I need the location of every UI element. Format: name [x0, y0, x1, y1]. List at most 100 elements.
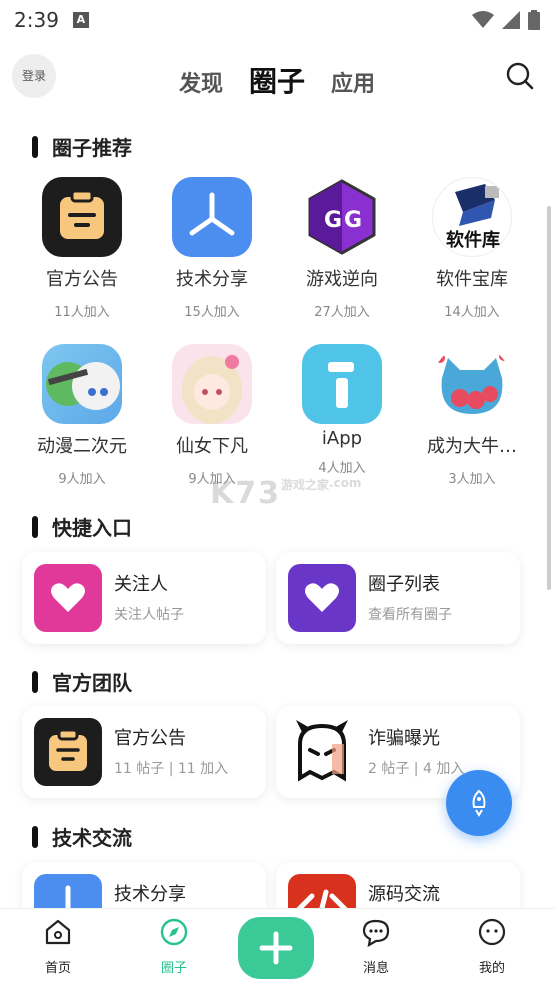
circle-member-count: 3人加入	[448, 472, 496, 487]
circle-name: 成为大牛…	[427, 436, 517, 457]
nav-profile[interactable]: 我的	[452, 917, 532, 976]
section-recommend-title: 圈子推荐	[32, 132, 132, 161]
circle-member-count: 15人加入	[184, 305, 240, 320]
cat-hearts-icon	[432, 344, 512, 424]
tab-discover[interactable]: 发现	[179, 66, 223, 98]
profile-face-icon	[478, 918, 506, 946]
nav-home[interactable]: 首页	[18, 917, 98, 976]
circle-item-announcement[interactable]: 官方公告 11人加入	[17, 177, 147, 320]
fairy-avatar-icon	[172, 344, 252, 424]
chat-icon	[362, 919, 390, 948]
status-bar: 2:39 A	[0, 0, 554, 40]
section-title-text: 技术交流	[52, 826, 132, 850]
section-title-text: 快捷入口	[52, 516, 132, 540]
circle-item-software[interactable]: 软件库 软件宝库 14人加入	[407, 177, 537, 320]
team-title: 诈骗曝光	[368, 728, 440, 749]
shortcut-title: 圈子列表	[368, 574, 440, 595]
section-bar	[32, 135, 38, 158]
app-notification-icon: A	[72, 12, 89, 28]
team-title: 官方公告	[114, 728, 186, 749]
watermark-sub: 游戏之家	[281, 478, 330, 492]
shortcut-subtitle: 关注人帖子	[114, 607, 184, 623]
rocket-icon	[472, 789, 486, 817]
software-library-icon: 软件库	[432, 177, 512, 257]
source-code-card[interactable]: 源码交流	[276, 862, 520, 908]
circle-item-iapp[interactable]: iApp 4人加入	[277, 344, 407, 476]
nav-circle[interactable]: 圈子	[134, 917, 214, 976]
clipboard-icon	[34, 718, 102, 786]
status-indicators	[472, 10, 540, 30]
nav-label: 圈子	[160, 961, 187, 976]
section-title-text: 圈子推荐	[52, 136, 132, 160]
svg-text:G: G	[344, 208, 362, 233]
team-stats: 11 帖子 | 11 加入	[114, 761, 229, 777]
heart-icon	[34, 564, 102, 632]
home-icon	[45, 919, 71, 945]
tab-circle[interactable]: 圈子	[249, 60, 305, 100]
circle-name: 动漫二次元	[37, 436, 127, 457]
circle-name: 软件宝库	[436, 269, 508, 290]
team-stats: 2 帖子 | 4 加入	[368, 761, 465, 777]
circle-name: 官方公告	[46, 269, 118, 290]
circle-item-game-reverse[interactable]: GG 游戏逆向 27人加入	[277, 177, 407, 320]
circle-member-count: 11人加入	[54, 305, 110, 320]
plus-icon	[259, 931, 293, 965]
clipboard-icon	[42, 177, 122, 257]
shortcut-following[interactable]: 关注人 关注人帖子	[22, 552, 266, 644]
nav-messages[interactable]: 消息	[336, 917, 416, 976]
anime-avatar-icon	[42, 344, 122, 424]
heart-icon	[288, 564, 356, 632]
top-header: 登录 发现 圈子 应用	[0, 40, 554, 116]
nav-label: 消息	[362, 961, 389, 976]
circle-member-count: 9人加入	[58, 472, 106, 487]
bottom-nav: 首页 圈子 消息 我的	[0, 908, 554, 984]
shortcut-title: 关注人	[114, 574, 168, 595]
shortcut-subtitle: 查看所有圈子	[368, 607, 452, 623]
section-bar	[32, 670, 38, 693]
nav-label: 我的	[478, 961, 505, 976]
section-team-title: 官方团队	[32, 667, 132, 696]
circle-name: 仙女下凡	[176, 436, 248, 457]
battery-icon	[528, 10, 540, 30]
watermark: K73游戏之家.com	[210, 476, 361, 511]
compass-icon	[160, 918, 188, 946]
tab-apps[interactable]: 应用	[331, 66, 375, 98]
section-bar	[32, 515, 38, 538]
circle-member-count: 27人加入	[314, 305, 370, 320]
tech-title: 技术分享	[114, 884, 186, 905]
code-icon	[288, 874, 356, 908]
status-time: 2:39	[14, 8, 59, 32]
circle-item-anime[interactable]: 动漫二次元 9人加入	[17, 344, 147, 487]
nav-label: 首页	[44, 961, 71, 976]
section-tech-title: 技术交流	[32, 822, 132, 851]
circle-member-count: 14人加入	[444, 305, 500, 320]
watermark-text: K73	[210, 476, 281, 511]
tri-branch-icon	[172, 177, 252, 257]
circle-member-count: 4人加入	[318, 461, 366, 476]
signal-icon	[502, 11, 520, 29]
scrollbar[interactable]	[547, 206, 551, 590]
tech-share-card[interactable]: 技术分享	[22, 862, 266, 908]
software-library-icon-text: 软件库	[446, 230, 500, 251]
watermark-domain: .com	[329, 476, 362, 490]
section-title-text: 官方团队	[52, 671, 132, 695]
circle-item-tech-share[interactable]: 技术分享 15人加入	[147, 177, 277, 320]
wifi-icon	[472, 11, 494, 28]
section-shortcuts-title: 快捷入口	[32, 512, 132, 541]
shortcut-circle-list[interactable]: 圈子列表 查看所有圈子	[276, 552, 520, 644]
devil-icon	[288, 718, 356, 786]
iapp-icon	[302, 344, 382, 424]
tech-title: 源码交流	[368, 884, 440, 905]
circle-item-expert[interactable]: 成为大牛… 3人加入	[407, 344, 537, 487]
circle-name: 游戏逆向	[306, 269, 378, 290]
svg-text:G: G	[324, 208, 342, 233]
gg-icon: GG	[302, 177, 382, 257]
circle-name: 技术分享	[176, 269, 248, 290]
circle-name: iApp	[321, 428, 363, 449]
rocket-fab-button[interactable]	[446, 770, 512, 836]
create-post-button[interactable]	[238, 917, 314, 979]
top-tabs: 发现 圈子 应用	[0, 60, 554, 100]
team-announcement[interactable]: 官方公告 11 帖子 | 11 加入	[22, 706, 266, 798]
search-icon[interactable]	[506, 62, 534, 90]
circle-item-fairy[interactable]: 仙女下凡 9人加入	[147, 344, 277, 487]
